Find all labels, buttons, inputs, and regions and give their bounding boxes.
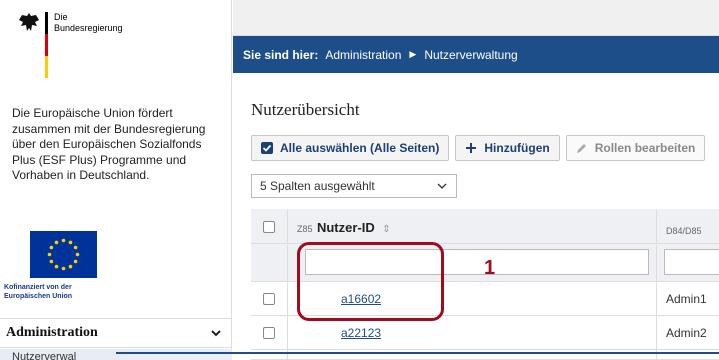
sort-icon: ⇕ [382,224,391,235]
column-header-nutzer-id[interactable]: Z85 Nutzer-ID ⇕ [297,219,391,237]
sidebar-section-label: Administration [6,325,98,340]
eu-star [68,264,73,269]
breadcrumb-item-nutzerverwaltung: Nutzerverwaltung [424,47,518,62]
eu-star [61,238,66,243]
sidebar-section-administration[interactable]: Administration [0,318,232,348]
sidebar-item-nutzerverwaltung[interactable]: Nutzerverwal [0,349,232,360]
pencil-icon [576,144,586,153]
logo-text: Die Bundesregierung [54,12,123,33]
bottom-focus-border [116,352,719,354]
eu-flag-icon [30,231,97,278]
add-button[interactable]: Hinzufügen [455,135,560,161]
plus-icon [466,143,477,153]
top-bar [233,0,719,36]
eu-star [73,259,78,264]
page-title: Nutzerübersicht [251,100,360,119]
eu-star [61,266,66,271]
breadcrumb-separator-icon: ▶ [409,49,417,59]
eu-funding-text: Die Europäische Union fördert zusammen m… [12,106,206,182]
toolbar: Alle auswählen (Alle Seiten) Hinzufügen … [251,135,706,161]
breadcrumb-item-administration[interactable]: Administration [325,48,401,62]
eu-star [47,252,52,257]
eu-star [54,264,59,269]
user-role-cell: Admin1 [666,292,707,306]
table-row: a22123 Admin2 [251,316,719,350]
breadcrumb-lead: Sie sind hier: [243,47,319,62]
eu-star [68,240,73,245]
select-all-button[interactable]: Alle auswählen (Alle Seiten) [251,135,450,161]
eu-star [49,245,54,250]
eagle-icon [19,13,39,31]
eu-star [75,252,80,257]
breadcrumb: Sie sind hier: Administration ▶ Nutzerve… [233,36,719,73]
d84-filter-input[interactable] [664,249,719,275]
sidebar: Die Bundesregierung Die Europäische Unio… [0,0,232,360]
bundesregierung-logo[interactable]: Die Bundesregierung [18,12,138,92]
row-checkbox[interactable] [263,327,275,339]
select-all-rows-checkbox[interactable] [263,221,275,233]
eu-caption: Kofinanziert von der Europäischen Union [4,284,73,300]
eu-star [49,259,54,264]
edit-roles-button[interactable]: Rollen bearbeiten [565,135,706,161]
user-role-cell: Admin2 [666,326,707,340]
user-id-link[interactable]: a22123 [341,326,381,340]
german-flag-stripe [45,12,48,78]
columns-select-value: 5 Spalten ausgewählt [260,179,375,193]
sidebar-item-label: Nutzerverwal [12,351,77,360]
chevron-down-icon [437,183,447,189]
column-header-d84-d85[interactable]: D84/D85 [666,221,702,239]
columns-select[interactable]: 5 Spalten ausgewählt [251,174,457,198]
chevron-down-icon [211,330,221,337]
eu-star [54,240,59,245]
checkbox-checked-icon [261,142,273,154]
annotation-number: 1 [484,257,496,279]
table-header-row: Z85 Nutzer-ID ⇕ D84/D85 [251,209,719,244]
row-checkbox[interactable] [263,293,275,305]
eu-star [73,245,78,250]
annotation-highlight-box [297,242,444,321]
